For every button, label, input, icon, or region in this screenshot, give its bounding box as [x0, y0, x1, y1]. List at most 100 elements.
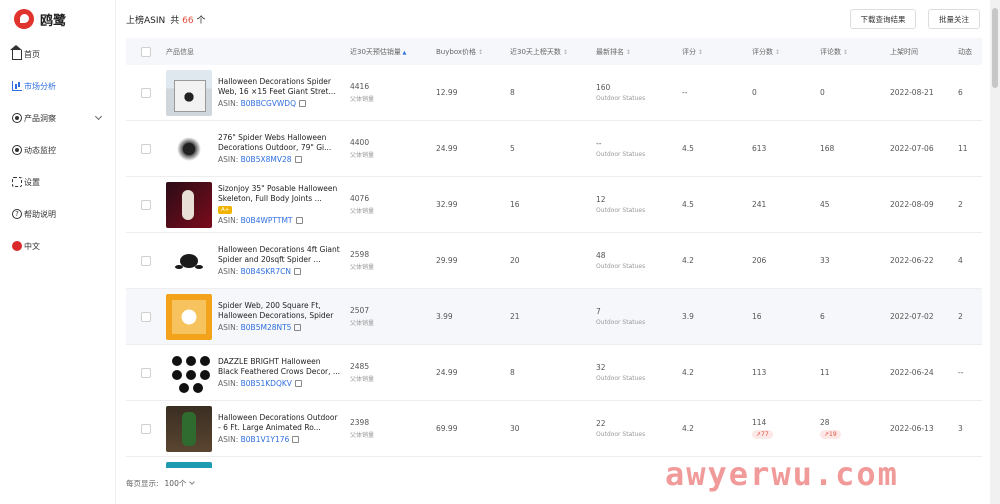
row-checkbox[interactable]: [141, 255, 151, 266]
sales-value: 4416: [350, 82, 370, 91]
col-sales[interactable]: 近30天预估销量: [350, 47, 436, 57]
product-title[interactable]: Halloween Decorations Outdoor - 6 Ft. La…: [218, 413, 342, 433]
asin-line: ASIN: B0B4WPTTMT: [218, 216, 342, 225]
price-cell: 3.99: [436, 312, 453, 321]
rank-category: Outdoor Statues: [596, 319, 646, 326]
table-row[interactable]: Halloween Decorations Outdoor - 6 Ft. La…: [126, 401, 982, 457]
brand-name: 鸥鹭: [40, 13, 67, 29]
product-image[interactable]: [166, 461, 212, 468]
chevron-down-icon: [189, 478, 196, 485]
asin-line: ASIN: B0B51KDQKV: [218, 379, 342, 388]
asin-link[interactable]: B0B4SKR7CN: [241, 267, 291, 276]
sidebar-item-0[interactable]: 首页: [0, 38, 115, 70]
product-title[interactable]: Halloween Decorations Spider Web, 16 ×15…: [218, 77, 342, 97]
rank-value: 12: [596, 195, 606, 204]
product-image[interactable]: [166, 293, 212, 340]
product-title[interactable]: DAZZLE BRIGHT Halloween Black Feathered …: [218, 357, 342, 377]
copy-icon[interactable]: [294, 156, 302, 163]
batch-follow-button[interactable]: 批量关注: [928, 9, 980, 29]
asin-link[interactable]: B0B4WPTTMT: [241, 216, 293, 225]
row-select-cell: [126, 367, 166, 378]
row-checkbox[interactable]: [141, 87, 151, 98]
product-image[interactable]: [166, 181, 212, 228]
sidebar-item-6[interactable]: 中文: [0, 230, 115, 262]
chevron-down-icon[interactable]: [94, 112, 103, 121]
col-dynamic: 动态: [958, 47, 972, 56]
product-title[interactable]: Spider Web, 200 Square Ft, Halloween Dec…: [218, 301, 342, 321]
col-price[interactable]: Buybox价格: [436, 47, 510, 57]
sidebar-item-4[interactable]: 设置: [0, 166, 115, 198]
date-cell: 2022-08-21: [890, 88, 934, 97]
rank-cell: -- Outdoor Statues: [596, 139, 682, 158]
copy-icon[interactable]: [295, 217, 303, 224]
asin-link[interactable]: B0BBCGVWDQ: [241, 99, 296, 108]
sidebar-item-3[interactable]: 动态监控: [0, 134, 115, 166]
page-size-select[interactable]: 100个: [165, 478, 196, 489]
row-checkbox[interactable]: [141, 311, 151, 322]
sidebar-item-1[interactable]: 市场分析: [0, 70, 115, 102]
brand[interactable]: 鸥鹭: [0, 0, 115, 38]
rank-cell: 32 Outdoor Statues: [596, 363, 682, 382]
rank-cell: 48 Outdoor Statues: [596, 251, 682, 270]
vertical-scrollbar[interactable]: [990, 0, 1000, 504]
copy-icon[interactable]: [292, 436, 300, 443]
sidebar-item-label: 设置: [24, 177, 40, 187]
sidebar-item-5[interactable]: ? 帮助说明: [0, 198, 115, 230]
copy-icon[interactable]: [299, 100, 306, 107]
col-rating-count[interactable]: 评分数: [752, 47, 820, 57]
product-info: Halloween Decorations Outdoor - 6 Ft. La…: [218, 413, 342, 444]
scrollbar-thumb[interactable]: [992, 8, 998, 88]
price-cell: 32.99: [436, 200, 458, 209]
product-image[interactable]: [166, 405, 212, 452]
rank-value: 32: [596, 363, 606, 372]
product-title[interactable]: Sizonjoy 35" Posable Halloween Skeleton,…: [218, 184, 342, 204]
product-image[interactable]: [166, 349, 212, 396]
product-title[interactable]: 276" Spider Webs Halloween Decorations O…: [218, 133, 342, 153]
select-all-checkbox[interactable]: [141, 46, 151, 57]
product-cell: Scientoy Halloween Spider De...: [166, 461, 350, 468]
table-row[interactable]: Halloween Decorations Spider Web, 16 ×15…: [126, 65, 982, 121]
copy-icon[interactable]: [293, 268, 301, 275]
sales-value: 4076: [350, 194, 370, 203]
product-title[interactable]: Halloween Decorations 4ft Giant Spider a…: [218, 245, 342, 265]
product-image[interactable]: [166, 69, 212, 116]
table-row[interactable]: Spider Web, 200 Square Ft, Halloween Dec…: [126, 289, 982, 345]
row-checkbox[interactable]: [141, 367, 151, 378]
table-row[interactable]: Sizonjoy 35" Posable Halloween Skeleton,…: [126, 177, 982, 233]
row-select-cell: [126, 311, 166, 322]
sales-cell: 2398 父体销量: [350, 418, 436, 439]
row-checkbox[interactable]: [141, 143, 151, 154]
asin-prefix: ASIN:: [218, 155, 239, 164]
rating-cell: 4.2: [682, 368, 694, 377]
asin-link[interactable]: B0B5M28NT5: [241, 323, 292, 332]
pagination-footer: 每页显示: 100个: [126, 478, 196, 489]
rating-growth-badge: ↗77: [752, 430, 773, 439]
rank-category: Outdoor Statues: [596, 375, 646, 382]
asin-link[interactable]: B0B5X8MV28: [241, 155, 292, 164]
copy-icon[interactable]: [294, 324, 302, 331]
copy-icon[interactable]: [294, 380, 302, 387]
sales-cell: 4076 父体销量: [350, 194, 436, 215]
col-rank[interactable]: 最新排名: [596, 47, 682, 57]
price-cell: 29.99: [436, 256, 458, 265]
days-cell: 5: [510, 144, 515, 153]
product-image[interactable]: [166, 125, 212, 172]
product-image[interactable]: [166, 237, 212, 284]
row-checkbox[interactable]: [141, 423, 151, 434]
col-days[interactable]: 近30天上榜天数: [510, 47, 596, 57]
asin-link[interactable]: B0B1V1Y176: [241, 435, 290, 444]
row-checkbox[interactable]: [141, 199, 151, 210]
col-reviews[interactable]: 评论数: [820, 47, 890, 57]
reviews-value: 0: [820, 88, 825, 97]
table-row[interactable]: 276" Spider Webs Halloween Decorations O…: [126, 121, 982, 177]
col-rating[interactable]: 评分: [682, 47, 752, 57]
rating-cell: 4.5: [682, 200, 694, 209]
download-results-button[interactable]: 下载查询结果: [850, 9, 916, 29]
sales-sub: 父体销量: [350, 96, 375, 103]
col-date: 上架时间: [890, 47, 918, 56]
table-row[interactable]: Halloween Decorations 4ft Giant Spider a…: [126, 233, 982, 289]
sidebar-item-2[interactable]: 产品洞察: [0, 102, 115, 134]
table-row[interactable]: DAZZLE BRIGHT Halloween Black Feathered …: [126, 345, 982, 401]
asin-prefix: ASIN:: [218, 99, 239, 108]
asin-link[interactable]: B0B51KDQKV: [241, 379, 292, 388]
